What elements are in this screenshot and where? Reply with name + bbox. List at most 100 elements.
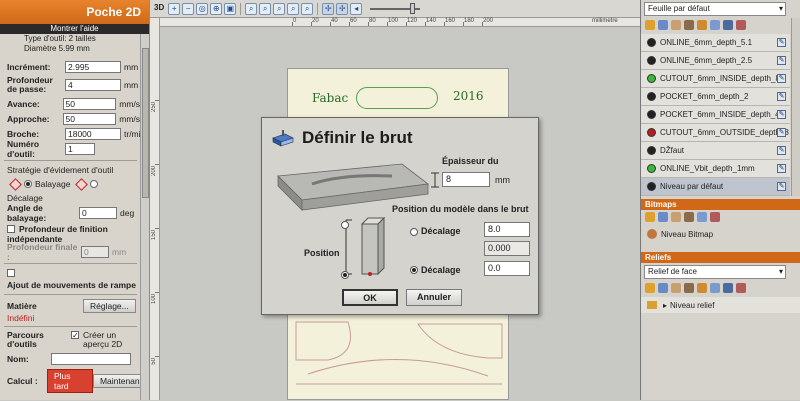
layers-scrollbar[interactable] [791, 18, 800, 196]
later-button[interactable]: Plus tard [47, 369, 93, 393]
layer-visibility-icon[interactable] [647, 92, 656, 101]
offset-radio[interactable] [90, 180, 99, 188]
delete-layer-icon[interactable] [736, 20, 746, 30]
layer-visibility-icon[interactable] [647, 164, 656, 173]
layer-item[interactable]: POCKET_6mm_INSIDE_depth_4.1 ✎ [641, 106, 790, 124]
zoom-all-icon[interactable]: ⌕ [273, 2, 286, 15]
position-bottom-radio[interactable] [341, 271, 349, 279]
zoom-selection-icon[interactable]: ⌕ [245, 2, 258, 15]
relief-copy-icon[interactable] [658, 283, 668, 293]
visibility-icon[interactable] [710, 20, 720, 30]
layer-edit-icon[interactable]: ✎ [777, 146, 786, 155]
layer-visibility-icon[interactable] [647, 146, 656, 155]
cancel-button[interactable]: Annuler [406, 289, 462, 306]
layer-visibility-icon[interactable] [647, 110, 656, 119]
preview-checkbox[interactable] [71, 331, 79, 339]
zoom-fit-icon[interactable]: ◎ [196, 2, 209, 15]
layer-visibility-icon[interactable] [647, 38, 656, 47]
pass-depth-input[interactable]: 4 [65, 79, 121, 91]
position-top-radio[interactable] [341, 221, 349, 229]
move-layer-icon[interactable] [684, 20, 694, 30]
layer-item[interactable]: ONLINE_6mm_depth_2.5 ✎ [641, 52, 790, 70]
layer-item[interactable]: DŽfaut ✎ [641, 142, 790, 160]
layer-item[interactable]: Niveau par défaut ✎ [641, 178, 790, 196]
bitmap-level-item[interactable]: Niveau Bitmap [641, 226, 800, 242]
relief-select[interactable]: Relief de face [644, 265, 786, 279]
layer-edit-icon[interactable]: ✎ [777, 38, 786, 47]
copy-layer-icon[interactable] [658, 20, 668, 30]
zoom-page-icon[interactable]: ⌕ [287, 2, 300, 15]
sweep-radio[interactable] [24, 180, 32, 188]
offset-bottom-radio[interactable] [410, 266, 418, 274]
snap-grid-icon[interactable]: ✢ [322, 2, 335, 15]
bitmap-move-icon[interactable] [684, 212, 694, 222]
relief-light-icon[interactable] [697, 283, 707, 293]
layer-visibility-icon[interactable] [647, 74, 656, 83]
bitmap-delete-icon[interactable] [710, 212, 720, 222]
zoom-in-icon[interactable]: + [168, 2, 181, 15]
zoom-box-icon[interactable]: ▣ [224, 2, 237, 15]
bitmap-visibility-icon[interactable] [697, 212, 707, 222]
offset-bottom-input[interactable]: 0.0 [484, 261, 530, 276]
bitmap-copy-icon[interactable] [658, 212, 668, 222]
measure-icon[interactable]: ◂ [350, 2, 363, 15]
name-input[interactable] [51, 353, 131, 365]
layer-edit-icon[interactable]: ✎ [777, 110, 786, 119]
layer-item[interactable]: POCKET_6mm_depth_2 ✎ [641, 88, 790, 106]
scrollbar-thumb[interactable] [142, 48, 149, 198]
feed-rate-input[interactable]: 50 [62, 97, 117, 110]
relief-delete-icon[interactable] [736, 283, 746, 293]
new-layer-icon[interactable] [645, 20, 655, 30]
relief-level-item[interactable]: ▸ Niveau relief [641, 297, 800, 313]
relief-move-icon[interactable] [684, 283, 694, 293]
zoom-slider[interactable] [370, 2, 421, 14]
layer-edit-icon[interactable]: ✎ [777, 92, 786, 101]
zoom-previous-icon[interactable]: ⌕ [301, 2, 314, 15]
offset-middle-input[interactable]: 0.000 [484, 241, 530, 256]
finish-depth-checkbox[interactable] [7, 225, 15, 233]
light-icon[interactable] [697, 20, 707, 30]
show-help-link[interactable]: Montrer l'aide [0, 24, 149, 34]
final-depth-input[interactable]: 0 [81, 245, 109, 258]
zoom-slider-knob[interactable] [410, 2, 416, 14]
view-3d-button[interactable]: 3D [152, 3, 166, 15]
relief-visibility-icon[interactable] [710, 283, 720, 293]
add-bitmap-icon[interactable] [645, 212, 655, 222]
expand-icon[interactable]: ▸ [663, 301, 667, 310]
sheet-select[interactable]: Feuille par défaut [644, 2, 786, 16]
sweep-angle-input[interactable]: 0 [79, 206, 117, 219]
offset-top-input[interactable]: 8.0 [484, 222, 530, 237]
layer-item[interactable]: ONLINE_Vbit_depth_1mm ✎ [641, 160, 790, 178]
zoom-out-icon[interactable]: − [182, 2, 195, 15]
snap-points-icon[interactable]: ✢ [336, 2, 349, 15]
layer-item[interactable]: CUTOUT_6mm_INSIDE_depth_8 ✎ [641, 70, 790, 88]
layer-item[interactable]: CUTOUT_6mm_OUTSIDE_depth_8 ✎ [641, 124, 790, 142]
zoom-region-icon[interactable]: ⊕ [210, 2, 223, 15]
layer-edit-icon[interactable]: ✎ [777, 164, 786, 173]
plunge-rate-input[interactable]: 50 [62, 112, 117, 125]
ramp-checkbox[interactable] [7, 269, 15, 277]
layer-visibility-icon[interactable] [647, 56, 656, 65]
layer-edit-icon[interactable]: ✎ [777, 56, 786, 65]
layer-edit-icon[interactable]: ✎ [777, 182, 786, 191]
layer-visibility-icon[interactable] [647, 182, 656, 191]
left-panel-scrollbar[interactable] [140, 34, 149, 400]
layer-visibility-icon[interactable] [647, 128, 656, 137]
relief-lock-icon[interactable] [723, 283, 733, 293]
spindle-input[interactable]: 18000 [65, 127, 121, 140]
layer-edit-icon[interactable]: ✎ [777, 128, 786, 137]
bitmap-properties-icon[interactable] [671, 212, 681, 222]
layer-item[interactable]: ONLINE_6mm_depth_5.1 ✎ [641, 34, 790, 52]
ok-button[interactable]: OK [342, 289, 398, 306]
stepover-input[interactable]: 2.995 [65, 60, 121, 73]
lock-icon[interactable] [723, 20, 733, 30]
offset-top-radio[interactable] [410, 228, 418, 236]
new-relief-icon[interactable] [645, 283, 655, 293]
tool-number-input[interactable]: 1 [65, 142, 95, 155]
zoom-drawing-icon[interactable]: ⌕ [259, 2, 272, 15]
layer-edit-icon[interactable]: ✎ [777, 74, 786, 83]
thickness-input[interactable]: 8 [442, 172, 490, 187]
relief-properties-icon[interactable] [671, 283, 681, 293]
material-settings-button[interactable]: Réglage... [83, 299, 136, 313]
layer-properties-icon[interactable] [671, 20, 681, 30]
